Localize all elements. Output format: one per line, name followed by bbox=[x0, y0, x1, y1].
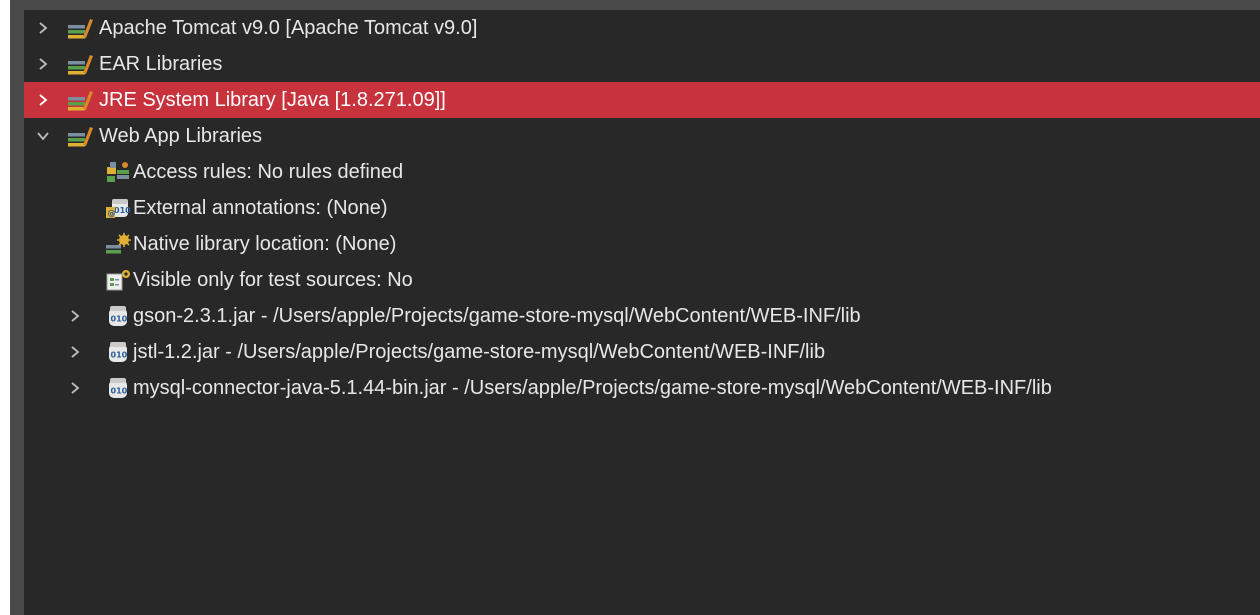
chevron-right-icon[interactable] bbox=[66, 298, 84, 334]
library-icon bbox=[68, 125, 93, 147]
tree-item-label: gson-2.3.1.jar - /Users/apple/Projects/g… bbox=[133, 305, 861, 327]
chevron-right-icon[interactable] bbox=[66, 370, 84, 406]
svg-text:010: 010 bbox=[111, 351, 128, 360]
library-icon bbox=[68, 53, 93, 75]
tree-item-label: mysql-connector-java-5.1.44-bin.jar - /U… bbox=[133, 377, 1052, 399]
native-library-icon bbox=[106, 233, 131, 255]
svg-text:@: @ bbox=[108, 209, 116, 218]
tree-item-jre-system-library[interactable]: JRE System Library [Java [1.8.271.09]] bbox=[24, 82, 1260, 118]
tree-item-label: Apache Tomcat v9.0 [Apache Tomcat v9.0] bbox=[99, 17, 478, 39]
tree-item-label: EAR Libraries bbox=[99, 53, 223, 75]
chevron-right-icon[interactable] bbox=[34, 82, 52, 118]
jar-icon: 010 bbox=[107, 341, 131, 363]
svg-text:010: 010 bbox=[114, 206, 131, 215]
package-explorer-tree[interactable]: Apache Tomcat v9.0 [Apache Tomcat v9.0] … bbox=[24, 10, 1260, 615]
tree-item-jstl-jar[interactable]: 010 jstl-1.2.jar - /Users/apple/Projects… bbox=[24, 334, 1260, 370]
chevron-right-icon[interactable] bbox=[34, 10, 52, 46]
jar-icon: 010 bbox=[107, 305, 131, 327]
tree-item-label: External annotations: (None) bbox=[133, 197, 388, 219]
library-icon bbox=[68, 17, 93, 39]
tree-item-label: jstl-1.2.jar - /Users/apple/Projects/gam… bbox=[133, 341, 826, 363]
tree-item-ear-libraries[interactable]: EAR Libraries bbox=[24, 46, 1260, 82]
test-sources-icon bbox=[106, 269, 130, 291]
library-icon bbox=[68, 89, 93, 111]
tree-item-visible-only-for-test-sources[interactable]: Visible only for test sources: No bbox=[24, 262, 1260, 298]
tree-item-gson-jar[interactable]: 010 gson-2.3.1.jar - /Users/apple/Projec… bbox=[24, 298, 1260, 334]
chevron-down-icon[interactable] bbox=[34, 118, 52, 154]
tree-item-mysql-connector-jar[interactable]: 010 mysql-connector-java-5.1.44-bin.jar … bbox=[24, 370, 1260, 406]
chevron-right-icon[interactable] bbox=[66, 334, 84, 370]
tree-item-label: Visible only for test sources: No bbox=[133, 269, 413, 291]
tree-item-label: Web App Libraries bbox=[99, 125, 263, 147]
svg-text:010: 010 bbox=[111, 315, 128, 324]
jar-icon: 010 bbox=[107, 377, 131, 399]
tree-item-native-library-location[interactable]: Native library location: (None) bbox=[24, 226, 1260, 262]
svg-text:010: 010 bbox=[111, 387, 128, 396]
tree-item-label: Native library location: (None) bbox=[133, 233, 397, 255]
tree-item-access-rules[interactable]: Access rules: No rules defined bbox=[24, 154, 1260, 190]
tree-item-web-app-libraries[interactable]: Web App Libraries bbox=[24, 118, 1260, 154]
tree-item-external-annotations[interactable]: 010 @ External annotations: (None) bbox=[24, 190, 1260, 226]
chevron-right-icon[interactable] bbox=[34, 46, 52, 82]
external-annotations-icon: 010 @ bbox=[106, 197, 131, 219]
tree-item-label: JRE System Library [Java [1.8.271.09]] bbox=[99, 89, 446, 111]
tree-item-label: Access rules: No rules defined bbox=[133, 161, 404, 183]
tree-item-apache-tomcat[interactable]: Apache Tomcat v9.0 [Apache Tomcat v9.0] bbox=[24, 10, 1260, 46]
access-rules-icon bbox=[106, 161, 130, 183]
